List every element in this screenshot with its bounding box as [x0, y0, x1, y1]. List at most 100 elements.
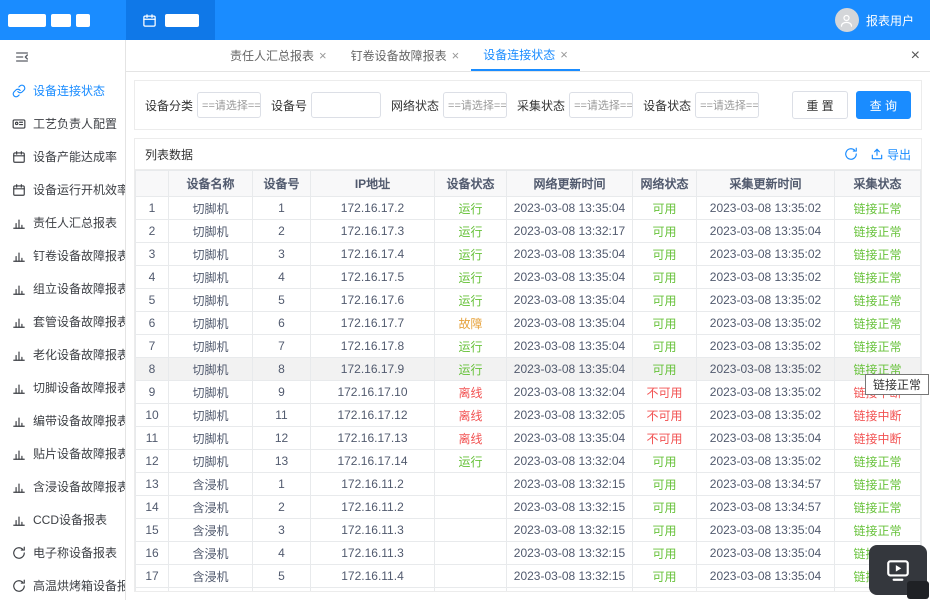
- export-label: 导出: [886, 147, 911, 162]
- table-cell: 172.16.11.2: [310, 472, 435, 496]
- table-row[interactable]: 4 切脚机 4 172.16.17.5 运行 2023-03-08 13:35:04 可用 2…: [135, 265, 921, 289]
- table-row[interactable]: 12 切脚机 13 172.16.17.14 运行 2023-03-08 13:32:04…: [135, 449, 921, 473]
- sidebar-item[interactable]: 老化设备故障报表: [0, 338, 125, 371]
- table-cell: 2023-03-08 13:35:04: [696, 587, 835, 591]
- table-row[interactable]: 13 含浸机 1 172.16.11.2 2023-03-08 13:32:15 可用 20…: [135, 472, 921, 496]
- screen-share-widget[interactable]: [869, 545, 929, 599]
- table-cell: 2023-03-08 13:35:04: [696, 541, 835, 565]
- sidebar-item[interactable]: 工艺负责人配置: [0, 107, 125, 140]
- table-row[interactable]: 1 切脚机 1 172.16.17.2 运行 2023-03-08 13:35:04 可用 2…: [135, 196, 921, 220]
- sidebar-item-label: CCD设备报表: [33, 513, 107, 527]
- table-cell: 1: [252, 472, 311, 496]
- table-cell: 172.16.17.12: [310, 403, 435, 427]
- table-row[interactable]: 17 含浸机 5 172.16.11.4 2023-03-08 13:32:15 可用 20…: [135, 564, 921, 588]
- sidebar-item[interactable]: 组立设备故障报表: [0, 272, 125, 305]
- table-cell: 可用: [632, 357, 697, 381]
- sidebar-item[interactable]: 责任人汇总报表: [0, 206, 125, 239]
- bar-chart-icon: [12, 513, 26, 527]
- filter-label: 设备号: [271, 98, 308, 113]
- device-status-select[interactable]: ==请选择==▾: [695, 92, 760, 118]
- sidebar-item[interactable]: 电子称设备报表: [0, 536, 125, 569]
- tab[interactable]: 设备连接状态 ×: [471, 40, 580, 71]
- close-icon[interactable]: ×: [452, 49, 460, 62]
- close-all-tabs-button[interactable]: ×: [911, 40, 920, 71]
- table-cell: 9: [135, 380, 169, 404]
- table-cell: 可用: [632, 449, 697, 473]
- table-cell: 172.16.11.2: [310, 495, 435, 519]
- table-cell: 17: [135, 564, 169, 588]
- top-menu-item[interactable]: [126, 0, 215, 40]
- table-cell: 可用: [632, 196, 697, 220]
- close-icon[interactable]: ×: [319, 49, 327, 62]
- sidebar-item[interactable]: 设备运行开机效率: [0, 173, 125, 206]
- table-cell: 2023-03-08 13:35:02: [696, 288, 835, 312]
- table-cell: 运行: [434, 449, 507, 473]
- table-cell: 可用: [632, 472, 697, 496]
- table-cell: 运行: [434, 288, 507, 312]
- table-cell: 2023-03-08 13:32:15: [506, 495, 633, 519]
- sidebar-item[interactable]: 设备产能达成率: [0, 140, 125, 173]
- table-cell: 2023-03-08 13:35:04: [696, 518, 835, 542]
- sidebar-item[interactable]: 套管设备故障报表: [0, 305, 125, 338]
- refresh-icon[interactable]: [844, 147, 858, 161]
- table-cell: 运行: [434, 219, 507, 243]
- table-row[interactable]: 15 含浸机 3 172.16.11.3 2023-03-08 13:32:15 可用 20…: [135, 518, 921, 542]
- table-cell: 2023-03-08 13:35:04: [506, 311, 633, 335]
- collect-status-select[interactable]: ==请选择==▾: [569, 92, 634, 118]
- table-cell: 离线: [434, 426, 507, 450]
- table-cell: 离线: [434, 403, 507, 427]
- table-row[interactable]: 14 含浸机 2 172.16.11.2 2023-03-08 13:32:15 可用 20…: [135, 495, 921, 519]
- user-menu[interactable]: 报表用户: [834, 0, 930, 40]
- device-category-select[interactable]: ==请选择==▾: [197, 92, 262, 118]
- table-cell: 2023-03-08 13:35:02: [696, 449, 835, 473]
- table-row[interactable]: 7 切脚机 7 172.16.17.8 运行 2023-03-08 13:35:04 可用 2…: [135, 334, 921, 358]
- table-row[interactable]: 5 切脚机 5 172.16.17.6 运行 2023-03-08 13:35:04 可用 2…: [135, 288, 921, 312]
- table-cell: 可用: [632, 541, 697, 565]
- monitor-play-icon: [885, 557, 911, 583]
- close-icon[interactable]: ×: [560, 48, 568, 61]
- main-area: × 责任人汇总报表×钉卷设备故障报表×设备连接状态× 设备分类==请选择==▾设…: [126, 40, 930, 600]
- sidebar-item[interactable]: 编带设备故障报表: [0, 404, 125, 437]
- network-status-select[interactable]: ==请选择==▾: [443, 92, 508, 118]
- table-row[interactable]: 18含浸机6172.16.11.4 2023-03-08 13:32:15可用20…: [135, 587, 921, 591]
- sidebar-item[interactable]: 切脚设备故障报表: [0, 371, 125, 404]
- table-cell: 切脚机: [168, 449, 253, 473]
- table-row[interactable]: 8 切脚机 8 172.16.17.9 运行 2023-03-08 13:35:04 可用 2…: [135, 357, 921, 381]
- sidebar-item[interactable]: 高温烘烤箱设备报表: [0, 569, 125, 600]
- export-button[interactable]: 导出: [870, 146, 911, 163]
- table-row[interactable]: 6 切脚机 6 172.16.17.7 故障 2023-03-08 13:35:04 可用 2…: [135, 311, 921, 335]
- filter-label: 设备状态: [643, 98, 692, 113]
- table-cell: 2023-03-08 13:35:02: [696, 357, 835, 381]
- table-cell: 链接正常: [834, 495, 921, 519]
- table-cell: 8: [252, 357, 311, 381]
- column-header: 设备状态: [434, 170, 507, 197]
- sidebar-item[interactable]: CCD设备报表: [0, 503, 125, 536]
- tab[interactable]: 钉卷设备故障报表 ×: [339, 40, 472, 71]
- table-row[interactable]: 9 切脚机 9 172.16.17.10 离线 2023-03-08 13:32:04 不可…: [135, 380, 921, 404]
- tab[interactable]: 责任人汇总报表 ×: [218, 40, 339, 71]
- table-cell: 6: [135, 311, 169, 335]
- table-cell: 6: [252, 587, 311, 591]
- sidebar-item[interactable]: 含浸设备故障报表: [0, 470, 125, 503]
- sidebar-item-label: 含浸设备故障报表: [33, 480, 125, 494]
- table-row[interactable]: 2 切脚机 2 172.16.17.3 运行 2023-03-08 13:32:17 可用 2…: [135, 219, 921, 243]
- sidebar-item[interactable]: 钉卷设备故障报表: [0, 239, 125, 272]
- sidebar-item[interactable]: 贴片设备故障报表: [0, 437, 125, 470]
- table-row[interactable]: 3 切脚机 3 172.16.17.4 运行 2023-03-08 13:35:04 可用 2…: [135, 242, 921, 266]
- table-cell: 2023-03-08 13:32:15: [506, 472, 633, 496]
- table-cell: 2023-03-08 13:32:04: [506, 380, 633, 404]
- sidebar-item-label: 工艺负责人配置: [33, 117, 118, 131]
- redacted-menu-label: [165, 13, 199, 27]
- table-cell: 链接正常: [834, 219, 921, 243]
- table-row[interactable]: 11 切脚机 12 172.16.17.13 离线 2023-03-08 13:35:04…: [135, 426, 921, 450]
- table-cell: 2: [135, 219, 169, 243]
- collapse-sidebar-button[interactable]: [0, 40, 125, 74]
- query-button[interactable]: 查 询: [855, 91, 911, 119]
- table-row[interactable]: 10 切脚机 11 172.16.17.12 离线 2023-03-08 13:32:05…: [135, 403, 921, 427]
- sidebar-item[interactable]: 设备连接状态: [0, 74, 125, 107]
- table-row[interactable]: 16 含浸机 4 172.16.11.3 2023-03-08 13:32:15 可用 20…: [135, 541, 921, 565]
- table-cell: 5: [135, 288, 169, 312]
- filter-buttons: 重 置 查 询: [792, 91, 911, 119]
- reset-button[interactable]: 重 置: [792, 91, 848, 119]
- device-no-input[interactable]: [311, 92, 382, 118]
